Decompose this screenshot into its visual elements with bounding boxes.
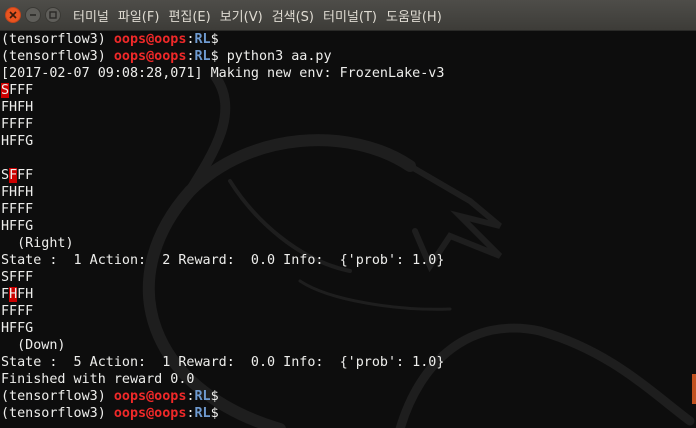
menu-item-terminal[interactable]: 터미널(T) (323, 6, 377, 25)
prompt-env: (tensorflow3) (1, 32, 114, 47)
prompt-line: (tensorflow3) oops@oops:RL$ (1, 31, 444, 48)
prompt-path: RL (194, 32, 211, 47)
menu-item-file[interactable]: 파일(F) (118, 6, 160, 25)
agent-cell: F (9, 168, 18, 183)
grid-text: F (1, 287, 10, 302)
grid-row: HFFG (1, 134, 34, 149)
close-icon (9, 11, 17, 19)
title-bar: 터미널 파일(F) 편집(E) 보기(V) 검색(S) 터미널(T) 도움말(H… (0, 0, 696, 31)
menu-item-view[interactable]: 보기(V) (220, 6, 263, 25)
prompt-path: RL (194, 389, 211, 404)
prompt-symbol: $ (210, 49, 227, 64)
grid-row: FHFH (1, 286, 444, 303)
prompt-separator: : (186, 389, 195, 404)
prompt-line: (tensorflow3) oops@oops:RL$ (1, 405, 444, 422)
grid-row: SFFF (1, 167, 444, 184)
menu-bar: 터미널 파일(F) 편집(E) 보기(V) 검색(S) 터미널(T) 도움말(H… (73, 6, 451, 25)
prompt-symbol: $ (210, 406, 227, 421)
state-line: State : 1 Action: 2 Reward: 0.0 Info: {'… (1, 253, 445, 268)
prompt-line: (tensorflow3) oops@oops:RL$ (1, 388, 444, 405)
grid-row: SFFF (1, 270, 34, 285)
prompt-path: RL (194, 406, 211, 421)
prompt-user-host: oops@oops (113, 49, 187, 64)
scrollbar-indicator[interactable] (692, 374, 696, 404)
action-line: (Down) (1, 338, 66, 353)
terminal-output: (tensorflow3) oops@oops:RL$ (tensorflow3… (1, 31, 444, 422)
state-line: State : 5 Action: 1 Reward: 0.0 Info: {'… (1, 355, 445, 370)
grid-text: FH (17, 287, 34, 302)
prompt-separator: : (186, 406, 195, 421)
grid-row: FFFF (1, 304, 34, 319)
grid-row: FFFF (1, 202, 34, 217)
action-line: (Right) (1, 236, 74, 251)
close-button[interactable] (5, 7, 21, 23)
grid-text: S (1, 168, 10, 183)
prompt-symbol: $ (210, 32, 227, 47)
menu-item-edit[interactable]: 편집(E) (168, 6, 210, 25)
grid-row: HFFG (1, 321, 34, 336)
prompt-env: (tensorflow3) (1, 406, 114, 421)
prompt-separator: : (186, 49, 195, 64)
agent-cell: S (1, 83, 10, 98)
menu-item-help[interactable]: 도움말(H) (386, 6, 442, 25)
minimize-button[interactable] (25, 7, 41, 23)
prompt-env: (tensorflow3) (1, 389, 114, 404)
log-line: [2017-02-07 09:08:28,071] Making new env… (1, 66, 445, 81)
grid-row: HFFG (1, 219, 34, 234)
grid-row: FHFH (1, 100, 34, 115)
prompt-user-host: oops@oops (113, 389, 187, 404)
maximize-button[interactable] (45, 7, 61, 23)
finish-line: Finished with reward 0.0 (1, 372, 195, 387)
maximize-icon (49, 11, 57, 19)
window-controls (5, 7, 65, 23)
menu-item-search[interactable]: 검색(S) (272, 6, 314, 25)
menu-item-terminal-app[interactable]: 터미널 (73, 6, 109, 25)
prompt-symbol: $ (210, 389, 227, 404)
prompt-user-host: oops@oops (113, 32, 187, 47)
prompt-path: RL (194, 49, 211, 64)
grid-text: FFF (9, 83, 34, 98)
terminal-area[interactable]: (tensorflow3) oops@oops:RL$ (tensorflow3… (0, 31, 696, 428)
prompt-env: (tensorflow3) (1, 49, 114, 64)
grid-text: FF (17, 168, 34, 183)
command-text: python3 aa.py (226, 49, 332, 64)
minimize-icon (30, 14, 36, 16)
grid-row: FFFF (1, 117, 34, 132)
command-line: (tensorflow3) oops@oops:RL$ python3 aa.p… (1, 48, 444, 65)
grid-row: FHFH (1, 185, 34, 200)
agent-cell: H (9, 287, 18, 302)
grid-row: SFFF (1, 82, 444, 99)
prompt-separator: : (186, 32, 195, 47)
prompt-user-host: oops@oops (113, 406, 187, 421)
